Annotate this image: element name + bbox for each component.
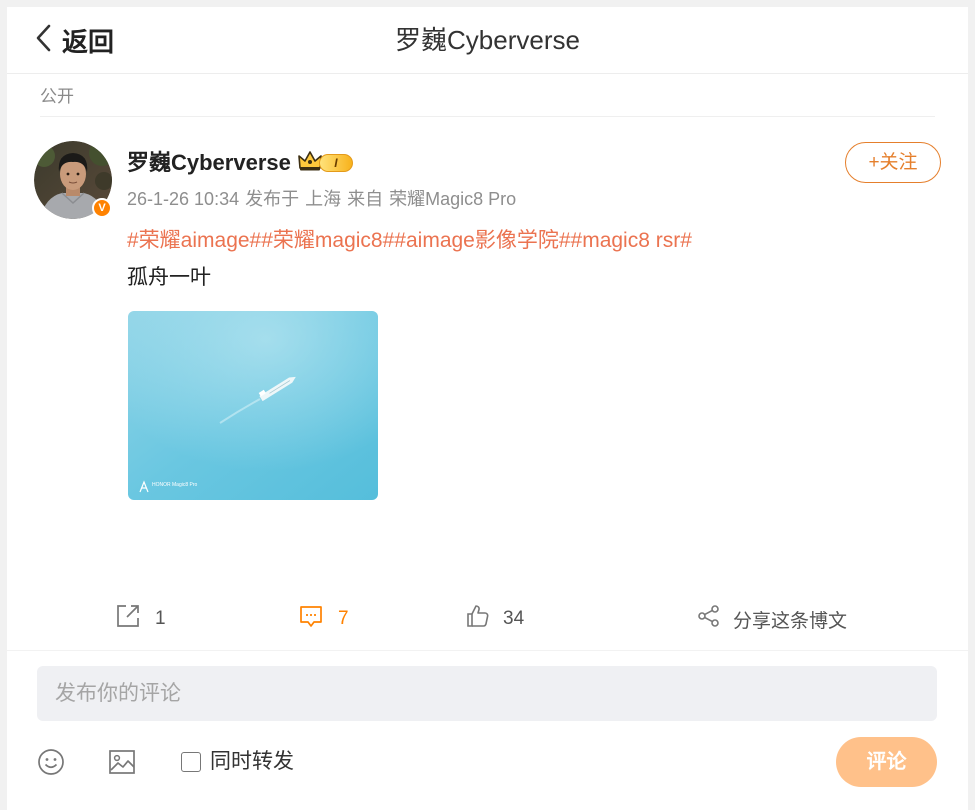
- thumbs-up-icon: [465, 603, 491, 635]
- share-button[interactable]: 分享这条博文: [697, 605, 847, 633]
- comment-button[interactable]: 7: [298, 605, 349, 633]
- member-badge[interactable]: I: [297, 150, 353, 177]
- author-row: 罗巍Cyberverse I: [127, 150, 353, 176]
- verified-v-icon: V: [92, 198, 112, 218]
- image-icon: [108, 750, 136, 780]
- repost-count: 1: [155, 608, 166, 629]
- hashtag-link[interactable]: #magic8 rsr#: [571, 227, 692, 255]
- source-prefix: 来自: [347, 189, 384, 209]
- back-label: 返回: [62, 26, 115, 57]
- post-detail-card: 返回 罗巍Cyberverse 公开 V 罗巍Cyberverse I +关注 …: [7, 7, 968, 810]
- post-text: 孤舟一叶: [127, 266, 211, 289]
- top-bar: 返回 罗巍Cyberverse: [7, 7, 968, 74]
- post-image[interactable]: HONOR Magic8 Pro: [128, 311, 378, 500]
- member-level-badge: I: [318, 154, 353, 172]
- author-name[interactable]: 罗巍Cyberverse: [127, 150, 291, 176]
- divider: [7, 650, 968, 651]
- hashtag-link[interactable]: #aimage影像学院#: [394, 227, 570, 255]
- share-label: 分享这条博文: [733, 610, 848, 632]
- post-time: 26-1-26 10:34: [127, 189, 240, 209]
- insert-image-button[interactable]: [108, 748, 136, 776]
- comment-count: 7: [338, 608, 349, 629]
- hashtag-line: #荣耀aimage# #荣耀magic8# #aimage影像学院# #magi…: [127, 227, 692, 255]
- like-button[interactable]: 34: [465, 605, 524, 633]
- post-source[interactable]: 荣耀Magic8 Pro: [389, 187, 516, 211]
- post-meta: 26-1-26 10:34 发布于 上海 来自 荣耀Magic8 Pro: [127, 187, 516, 211]
- emoji-button[interactable]: [37, 748, 65, 776]
- repost-also-checkbox[interactable]: [181, 752, 201, 772]
- repost-also-label[interactable]: 同时转发: [210, 748, 294, 776]
- like-count: 34: [503, 608, 525, 629]
- share-icon: [697, 604, 721, 634]
- comment-input[interactable]: [37, 666, 937, 721]
- post-location: 上海: [305, 189, 342, 209]
- submit-comment-button[interactable]: 评论: [836, 737, 937, 787]
- repost-button[interactable]: 1: [115, 605, 166, 633]
- action-bar: 1 7 34 分享这条博文: [7, 605, 968, 633]
- back-button[interactable]: 返回: [35, 21, 114, 59]
- svg-text:HONOR Magic8 Pro: HONOR Magic8 Pro: [152, 482, 198, 488]
- repost-icon: [115, 603, 141, 635]
- comment-icon: [298, 603, 324, 635]
- hashtag-link[interactable]: #荣耀magic8#: [261, 227, 394, 255]
- location-prefix: 发布于: [245, 189, 300, 209]
- visibility-label: 公开: [40, 87, 74, 106]
- page-title: 罗巍Cyberverse: [395, 25, 580, 55]
- hashtag-link[interactable]: #荣耀aimage#: [127, 227, 261, 255]
- chevron-left-icon: [35, 24, 51, 57]
- follow-button[interactable]: +关注: [845, 142, 941, 183]
- divider: [40, 116, 935, 117]
- smiley-icon: [37, 749, 65, 780]
